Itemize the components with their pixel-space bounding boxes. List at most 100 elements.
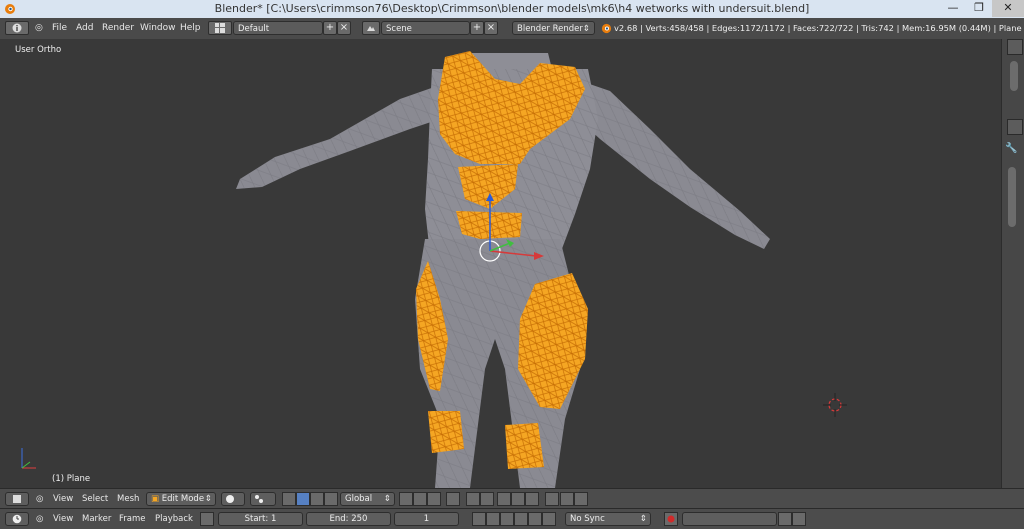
proportional-falloff-icon[interactable] xyxy=(480,492,494,506)
record-icon[interactable] xyxy=(664,512,678,526)
3d-viewport[interactable] xyxy=(0,39,1001,488)
jump-prev-keyframe-icon[interactable] xyxy=(486,512,500,526)
snap-target-icon[interactable] xyxy=(525,492,539,506)
record-dot-icon xyxy=(667,515,675,523)
editor-type-button[interactable] xyxy=(5,21,29,35)
right-side-panel: 🔧 xyxy=(1001,39,1024,529)
limit-selection-visible-icon[interactable] xyxy=(446,492,460,506)
mode-dropdown[interactable]: ▣ Edit Mode ⇕ xyxy=(146,492,216,506)
sync-value: No Sync xyxy=(570,514,605,524)
close-button[interactable]: ✕ xyxy=(992,0,1024,17)
pivot-icon xyxy=(255,495,263,503)
dropdown-arrows-icon: ⇕ xyxy=(383,494,391,504)
timeline-header: ◎ View Marker Frame Playback Start: 1 En… xyxy=(0,508,1024,529)
insert-keyframe-icon[interactable] xyxy=(778,512,792,526)
current-frame-field[interactable]: 1 xyxy=(394,512,459,526)
outliner-scrollbar[interactable] xyxy=(1010,61,1018,91)
menu-frame[interactable]: Frame xyxy=(119,514,145,524)
dropdown-arrows-icon: ⇕ xyxy=(639,514,647,524)
add-layout-button[interactable]: + xyxy=(323,21,337,35)
pivot-point-dropdown[interactable] xyxy=(250,492,276,506)
add-scene-button[interactable]: + xyxy=(470,21,484,35)
menu-view[interactable]: View xyxy=(53,494,73,504)
menu-select[interactable]: Select xyxy=(82,494,108,504)
snap-element-icon[interactable] xyxy=(511,492,525,506)
window-title: Blender* [C:\Users\crimmson76\Desktop\Cr… xyxy=(214,2,810,15)
scene-field[interactable]: Scene xyxy=(381,21,470,35)
keying-set-field[interactable] xyxy=(682,512,777,526)
scene-statistics: v2.68 | Verts:458/458 | Edges:1172/1172 … xyxy=(614,23,1022,33)
3d-view-header: ◎ View Select Mesh ▣ Edit Mode ⇕ Global … xyxy=(0,488,1024,508)
viewport-shading-dropdown[interactable] xyxy=(221,492,245,506)
screen-layout-field[interactable]: Default xyxy=(233,21,323,35)
jump-next-keyframe-icon[interactable] xyxy=(528,512,542,526)
translate-manipulator-icon[interactable] xyxy=(296,492,310,506)
collapse-menus-icon[interactable]: ◎ xyxy=(36,494,43,504)
outliner-editor-icon[interactable] xyxy=(1007,39,1023,55)
wrench-icon[interactable]: 🔧 xyxy=(1005,143,1017,154)
editor-type-timeline-button[interactable] xyxy=(5,512,29,526)
collapse-menus-icon[interactable]: ◎ xyxy=(35,23,43,33)
menu-playback[interactable]: Playback xyxy=(155,514,193,524)
screen-layout-selector[interactable] xyxy=(208,21,232,35)
properties-editor-icon[interactable] xyxy=(1007,119,1023,135)
info-icon xyxy=(12,23,22,33)
menu-window[interactable]: Window xyxy=(140,23,176,33)
dropdown-arrows-icon: ⇕ xyxy=(582,24,590,34)
menu-view[interactable]: View xyxy=(53,514,73,524)
preview-range-icon[interactable] xyxy=(200,512,214,526)
render-animation-icon[interactable] xyxy=(574,492,588,506)
maximize-button[interactable]: ❐ xyxy=(966,0,992,17)
blender-logo-icon xyxy=(601,23,612,34)
solid-shading-icon xyxy=(226,495,234,503)
render-engine-value: Blender Render xyxy=(517,24,583,34)
3d-cursor-icon[interactable] xyxy=(823,393,847,417)
start-frame-field[interactable]: Start: 1 xyxy=(218,512,303,526)
edge-select-mode-icon[interactable] xyxy=(413,492,427,506)
menu-marker[interactable]: Marker xyxy=(82,514,111,524)
minimize-button[interactable]: — xyxy=(940,0,966,17)
edit-mode-icon: ▣ xyxy=(151,494,160,504)
menu-render[interactable]: Render xyxy=(102,23,134,33)
properties-scrollbar[interactable] xyxy=(1008,167,1016,227)
info-header: ◎ File Add Render Window Help Default + … xyxy=(0,18,1024,40)
menu-add[interactable]: Add xyxy=(76,23,93,33)
end-frame-field[interactable]: End: 250 xyxy=(306,512,391,526)
rotate-manipulator-icon[interactable] xyxy=(310,492,324,506)
layout-grid-icon xyxy=(215,23,225,33)
transform-orientation-dropdown[interactable]: Global ⇕ xyxy=(340,492,395,506)
active-object-label: (1) Plane xyxy=(52,474,91,484)
manipulator-toggle-icon[interactable] xyxy=(282,492,296,506)
delete-layout-button[interactable]: × xyxy=(337,21,351,35)
jump-start-icon[interactable] xyxy=(472,512,486,526)
delete-scene-button[interactable]: × xyxy=(484,21,498,35)
view-axis-gizmo-icon xyxy=(21,448,36,469)
window-title-bar: Blender* [C:\Users\crimmson76\Desktop\Cr… xyxy=(0,0,1024,18)
menu-file[interactable]: File xyxy=(52,23,67,33)
scene-selector[interactable] xyxy=(362,21,380,35)
face-select-mode-icon[interactable] xyxy=(427,492,441,506)
orientation-value: Global xyxy=(345,494,373,504)
clock-icon xyxy=(12,514,22,524)
render-engine-dropdown[interactable]: Blender Render ⇕ xyxy=(512,21,595,35)
snap-toggle-icon[interactable] xyxy=(497,492,511,506)
render-image-icon[interactable] xyxy=(560,492,574,506)
model-canvas[interactable] xyxy=(0,39,1001,488)
collapse-menus-icon[interactable]: ◎ xyxy=(36,514,43,524)
menu-mesh[interactable]: Mesh xyxy=(117,494,139,504)
vertex-select-mode-icon[interactable] xyxy=(399,492,413,506)
editor-type-3dview-button[interactable] xyxy=(5,492,29,506)
dropdown-arrows-icon: ⇕ xyxy=(204,494,212,504)
scene-icon xyxy=(367,26,375,31)
sync-mode-dropdown[interactable]: No Sync ⇕ xyxy=(565,512,651,526)
play-icon[interactable] xyxy=(514,512,528,526)
delete-keyframe-icon[interactable] xyxy=(792,512,806,526)
mode-value: Edit Mode xyxy=(161,494,205,504)
menu-help[interactable]: Help xyxy=(180,23,201,33)
cube-icon xyxy=(13,495,21,503)
scale-manipulator-icon[interactable] xyxy=(324,492,338,506)
jump-end-icon[interactable] xyxy=(542,512,556,526)
proportional-editing-icon[interactable] xyxy=(466,492,480,506)
play-reverse-icon[interactable] xyxy=(500,512,514,526)
render-preview-icon[interactable] xyxy=(545,492,559,506)
